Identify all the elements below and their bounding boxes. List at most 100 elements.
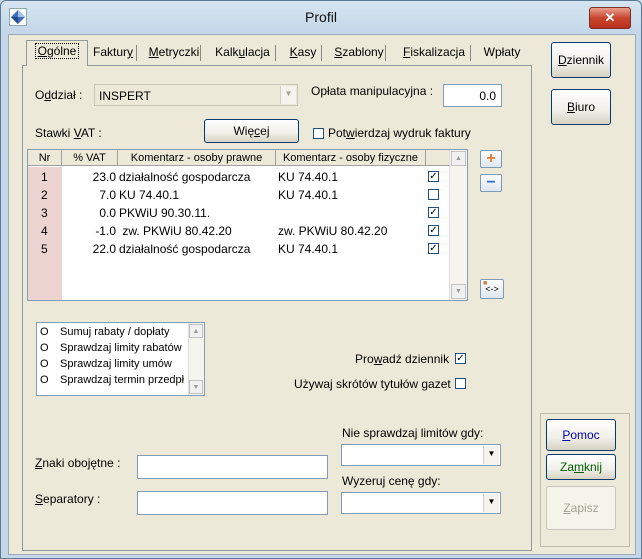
list-item-label: Sprawdzaj limity umów: [60, 358, 172, 370]
tab-label: Metryczki: [148, 45, 200, 59]
cell-nr: 5: [41, 242, 48, 256]
tab-fiskalizacja[interactable]: Fiskalizacja: [392, 42, 476, 62]
row-checkbox[interactable]: ✓: [428, 225, 439, 236]
tab-label: Wpłaty: [483, 45, 521, 59]
tab-label: Ogólne: [34, 43, 80, 59]
tab-metryczki[interactable]: Metryczki: [142, 42, 206, 62]
tab-szablony[interactable]: Szablony: [327, 42, 391, 62]
title-bar[interactable]: Profil ✕: [1, 1, 641, 35]
cell-prawne: zw. PKWiU 80.42.20: [119, 224, 232, 238]
grid-header-check: [426, 150, 450, 166]
cell-fizyczne: zw. PKWiU 80.42.20: [278, 224, 388, 238]
chevron-down-icon[interactable]: ▼: [280, 86, 296, 104]
chevron-down-icon[interactable]: ▼: [483, 494, 499, 512]
list-item[interactable]: O Sprawdzaj termin przedpł: [37, 372, 187, 388]
scroll-down-icon[interactable]: ▼: [189, 380, 203, 394]
list-item[interactable]: O Sumuj rabaty / dopłaty: [37, 324, 187, 340]
chevron-down-icon[interactable]: ▼: [483, 446, 499, 464]
list-item-marker: O: [40, 374, 49, 386]
dziennik-button[interactable]: Dziennik: [551, 42, 611, 78]
vat-rates-grid[interactable]: Nr % VAT Komentarz - osoby prawne Koment…: [27, 149, 468, 301]
swap-button[interactable]: ■ <->: [480, 279, 504, 299]
tab-separator: [136, 45, 137, 61]
row-checkbox[interactable]: ✓: [428, 207, 439, 218]
list-item-label: Sprawdzaj limity rabatów: [60, 342, 182, 354]
list-item-label: Sprawdzaj termin przedpł: [60, 374, 185, 386]
grid-header-fizyczne[interactable]: Komentarz - osoby fizyczne: [276, 150, 426, 166]
grid-header-prawne[interactable]: Komentarz - osoby prawne: [118, 150, 276, 166]
oplata-input[interactable]: 0.0: [443, 84, 502, 107]
row-checkbox[interactable]: [428, 189, 439, 200]
tab-label: Kalkulacja: [215, 45, 270, 59]
list-item-label: Sumuj rabaty / dopłaty: [60, 326, 170, 338]
znaki-label: Znaki obojętne :: [35, 456, 121, 470]
cell-fizyczne: KU 74.40.1: [278, 188, 339, 202]
oddzial-label: Oddział :: [35, 88, 83, 102]
pomoc-button[interactable]: Pomoc: [546, 419, 616, 451]
cell-nr: 4: [41, 224, 48, 238]
wiecej-button[interactable]: Wię c ej: [204, 119, 299, 143]
zamknij-button[interactable]: Za m knij: [546, 454, 616, 480]
tab-separator: [321, 45, 322, 61]
list-item[interactable]: O Sprawdzaj limity rabatów: [37, 340, 187, 356]
table-row[interactable]: 2 7.0 KU 74.40.1 KU 74.40.1: [28, 186, 450, 204]
table-row[interactable]: 4 -1.0 zw. PKWiU 80.42.20 zw. PKWiU 80.42.…: [28, 222, 450, 240]
tab-separator: [470, 45, 471, 61]
cell-fizyczne: KU 74.40.1: [278, 242, 339, 256]
cell-prawne: PKWiU 90.30.11.: [119, 206, 211, 220]
cell-vat: 23.0: [92, 170, 116, 184]
tab-label: Szablony: [334, 45, 384, 59]
cell-vat: 22.0: [92, 242, 116, 256]
close-button[interactable]: ✕: [589, 7, 631, 29]
limity-select[interactable]: ▼: [341, 444, 501, 466]
cell-nr: 3: [41, 206, 48, 220]
add-row-button[interactable]: +: [480, 150, 502, 168]
tab-wpłaty[interactable]: Wpłaty: [476, 42, 528, 62]
table-row[interactable]: 3 0.0 PKWiU 90.30.11. ✓: [28, 204, 450, 222]
tab-separator: [275, 45, 276, 61]
cell-vat: -1.0: [95, 224, 116, 238]
skroty-label: Używaj skrótów tytułów gazet: [294, 377, 451, 391]
tab-kalkulacja[interactable]: Kalkulacja: [204, 42, 281, 62]
cell-vat: 0.0: [99, 206, 116, 220]
row-checkbox[interactable]: ✓: [428, 243, 439, 254]
table-row[interactable]: 1 23.0 działalność gospodarcza KU 74.40.1 ✓: [28, 168, 450, 186]
tab-label: Fiskalizacja: [402, 45, 466, 59]
list-item[interactable]: O Sprawdzaj limity umów: [37, 356, 187, 372]
options-scrollbar[interactable]: ▲ ▼: [188, 323, 204, 395]
grid-header-nr[interactable]: Nr: [28, 150, 62, 166]
table-row[interactable]: 5 22.0 działalność gospodarcza KU 74.40.1 ✓: [28, 240, 450, 258]
znaki-input[interactable]: [137, 455, 328, 479]
separatory-input[interactable]: [137, 491, 328, 515]
biuro-button[interactable]: Biuro: [551, 89, 611, 125]
cell-vat: 7.0: [99, 188, 116, 202]
options-list[interactable]: O Sumuj rabaty / dopłaty O Sprawdzaj limity…: [36, 322, 205, 396]
potwierdzaj-label: Potwierdzaj wydruk faktury: [328, 126, 471, 140]
list-item-marker: O: [40, 342, 49, 354]
remove-row-button[interactable]: −: [480, 174, 502, 192]
tab-ogólne[interactable]: Ogólne: [26, 40, 88, 66]
prowadz-dziennik-checkbox[interactable]: ✓: [455, 353, 466, 364]
tab-faktury[interactable]: Faktury: [84, 42, 142, 62]
check-icon: ✓: [456, 353, 465, 364]
tab-label: Faktury: [92, 45, 133, 59]
prowadz-dziennik-label: Prowadź dziennik: [355, 352, 450, 366]
list-item-marker: O: [40, 326, 49, 338]
scroll-up-icon[interactable]: ▲: [451, 151, 466, 166]
scroll-down-icon[interactable]: ▼: [451, 284, 466, 299]
oddzial-select[interactable]: INSPERT ▼: [94, 84, 298, 106]
tab-kasy[interactable]: Kasy: [279, 42, 327, 62]
list-item-marker: O: [40, 358, 49, 370]
row-checkbox[interactable]: ✓: [428, 171, 439, 182]
skroty-checkbox[interactable]: [455, 378, 466, 389]
potwierdzaj-checkbox[interactable]: [313, 128, 324, 139]
cell-prawne: działalność gospodarcza: [119, 242, 251, 256]
stawki-vat-label: Stawki VAT :: [35, 126, 102, 140]
oplata-label: Opłata manipulacyjna :: [311, 84, 434, 98]
cell-nr: 1: [41, 170, 48, 184]
grid-scrollbar[interactable]: ▲ ▼: [449, 150, 467, 300]
separatory-label: Separatory :: [35, 492, 101, 506]
grid-header-vat[interactable]: % VAT: [62, 150, 118, 166]
scroll-up-icon[interactable]: ▲: [189, 324, 203, 338]
wyzeruj-select[interactable]: ▼: [341, 492, 501, 514]
